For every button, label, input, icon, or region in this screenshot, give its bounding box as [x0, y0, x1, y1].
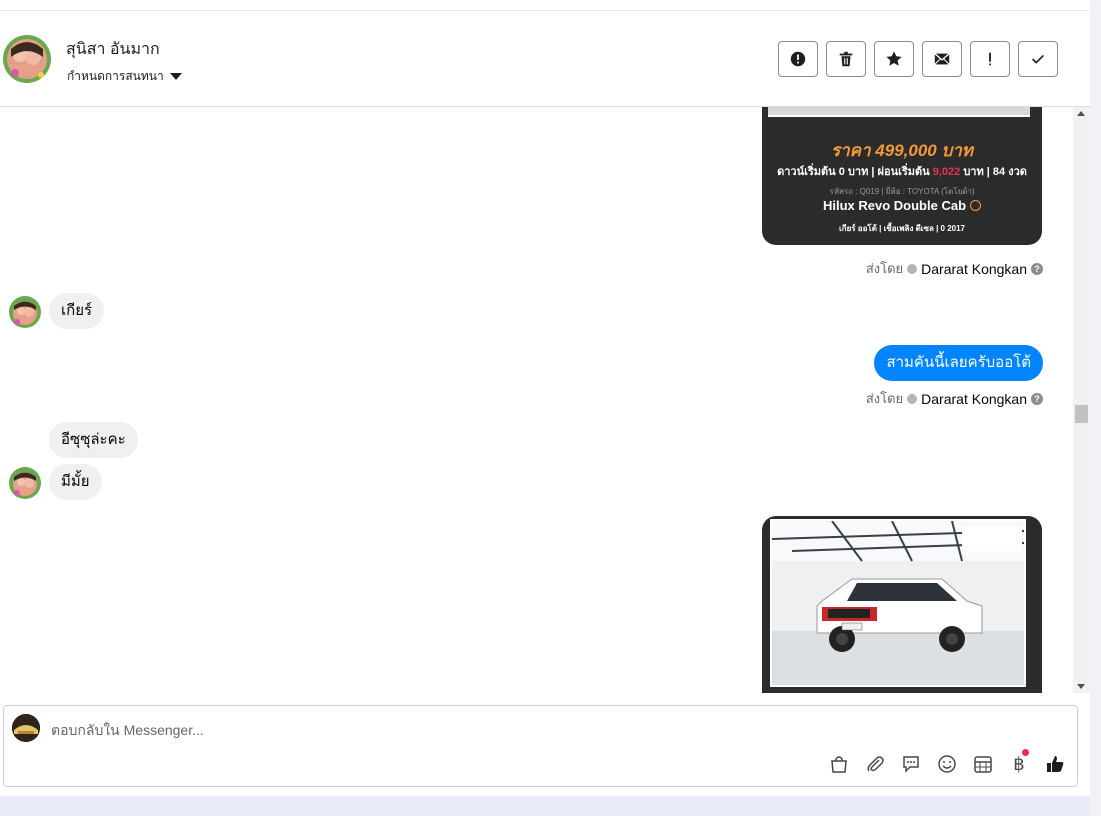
- follow-up-button[interactable]: [970, 41, 1010, 77]
- sent-by-label: ส่งโดย: [865, 261, 904, 276]
- shop-button[interactable]: [827, 752, 851, 776]
- check-circle-icon: [907, 263, 918, 274]
- listing-model-label: Hilux Revo Double Cab: [822, 198, 967, 213]
- notification-dot: [1022, 749, 1029, 756]
- smiley-icon: [938, 755, 956, 773]
- sent-by-line: ส่งโดย Dararat Kongkan ?: [866, 258, 1043, 279]
- paperclip-icon: [867, 756, 884, 772]
- star-button[interactable]: [874, 41, 914, 77]
- car-listing-card[interactable]: ราคา 499,000 บาท ดาวน์เริ่มต้น 0 บาท | ผ…: [762, 107, 1042, 245]
- check-icon: [1032, 54, 1044, 64]
- calendar-icon: [974, 756, 992, 773]
- incoming-message[interactable]: เกียร์: [49, 293, 105, 329]
- help-icon[interactable]: ?: [1031, 392, 1043, 405]
- page-background: [0, 796, 1090, 816]
- shopping-bag-icon: [831, 756, 847, 773]
- conversation-toolbar: [778, 41, 1058, 77]
- outgoing-message[interactable]: สามคันนี้เลยครับออโต้: [874, 345, 1043, 381]
- contact-avatar[interactable]: [3, 35, 51, 83]
- incoming-message[interactable]: อีซุซุล่ะคะ: [49, 422, 138, 458]
- scroll-down-arrow-icon[interactable]: [1077, 684, 1085, 689]
- baht-icon: ฿: [1013, 753, 1025, 775]
- installment-prefix: ดาวน์เริ่มต้น 0 บาท | ผ่อนเริ่มต้น: [777, 166, 933, 178]
- verified-icon: [970, 200, 982, 211]
- reply-input[interactable]: [51, 718, 751, 742]
- thumbs-up-icon: [1047, 756, 1064, 772]
- like-button[interactable]: [1043, 752, 1067, 776]
- attach-button[interactable]: [863, 752, 887, 776]
- listing-model: Hilux Revo Double Cab: [762, 198, 1042, 213]
- sent-by-line: ส่งโดย Dararat Kongkan ?: [866, 388, 1043, 409]
- conversation-header: สุนิสา อันมาก กำหนดการสนทนา: [0, 11, 1090, 107]
- sender-name: Dararat Kongkan: [921, 260, 1027, 277]
- reply-composer: ฿: [3, 705, 1078, 787]
- page-avatar: [12, 714, 40, 742]
- incoming-message[interactable]: มีมั้ย: [49, 464, 102, 500]
- help-icon[interactable]: ?: [1031, 262, 1043, 275]
- composer-actions: ฿: [827, 749, 1067, 776]
- car-photo: [770, 519, 1026, 687]
- listing-installment: ดาวน์เริ่มต้น 0 บาท | ผ่อนเริ่มต้น 9,022…: [762, 162, 1042, 180]
- conversation-settings-dropdown[interactable]: กำหนดการสนทนา: [67, 67, 182, 86]
- mark-unread-button[interactable]: [922, 41, 962, 77]
- exclamation-icon: [989, 52, 991, 66]
- mark-spam-button[interactable]: [778, 41, 818, 77]
- chat-bubble-icon: [903, 756, 919, 773]
- scrollbar-thumb[interactable]: [1075, 405, 1088, 423]
- alert-circle-icon: [790, 51, 806, 67]
- envelope-icon: [934, 53, 950, 65]
- message-thread[interactable]: ราคา 499,000 บาท ดาวน์เริ่มต้น 0 บาท | ผ…: [0, 107, 1073, 693]
- sent-by-label: ส่งโดย: [865, 391, 904, 406]
- emoji-button[interactable]: [935, 752, 959, 776]
- contact-avatar-small: [9, 467, 41, 499]
- delete-button[interactable]: [826, 41, 866, 77]
- saved-replies-button[interactable]: [899, 752, 923, 776]
- top-bar: [0, 0, 1090, 11]
- contact-name[interactable]: สุนิสา อันมาก: [66, 37, 160, 62]
- payment-button[interactable]: ฿: [1007, 749, 1031, 776]
- installment-amount: 9,022: [932, 166, 961, 178]
- listing-specs: เกียร์ ออโต้ | เชื้อเพลิง ดีเซล | 0 2017: [839, 224, 965, 233]
- chat-scrollbar[interactable]: [1073, 107, 1090, 693]
- installment-suffix: บาท | 84 งวด: [960, 166, 1027, 178]
- car-photo-cropped: [768, 107, 1030, 117]
- conversation-settings-label: กำหนดการสนทนา: [67, 69, 164, 83]
- caret-down-icon: [169, 73, 182, 80]
- scroll-up-arrow-icon[interactable]: [1077, 111, 1085, 116]
- listing-price: ราคา 499,000 บาท: [830, 141, 974, 160]
- right-edge: [1090, 0, 1101, 816]
- car-image-card[interactable]: [762, 516, 1042, 693]
- sender-name: Dararat Kongkan: [921, 390, 1027, 407]
- mark-done-button[interactable]: [1018, 41, 1058, 77]
- check-circle-icon: [907, 393, 918, 404]
- appointment-button[interactable]: [971, 752, 995, 776]
- star-icon: [886, 51, 902, 66]
- trash-icon: [839, 51, 853, 67]
- listing-code: รหัสรถ : Q019 | ยี่ห้อ : TOYOTA (โตโยต้า…: [829, 187, 975, 196]
- contact-avatar-small: [9, 296, 41, 328]
